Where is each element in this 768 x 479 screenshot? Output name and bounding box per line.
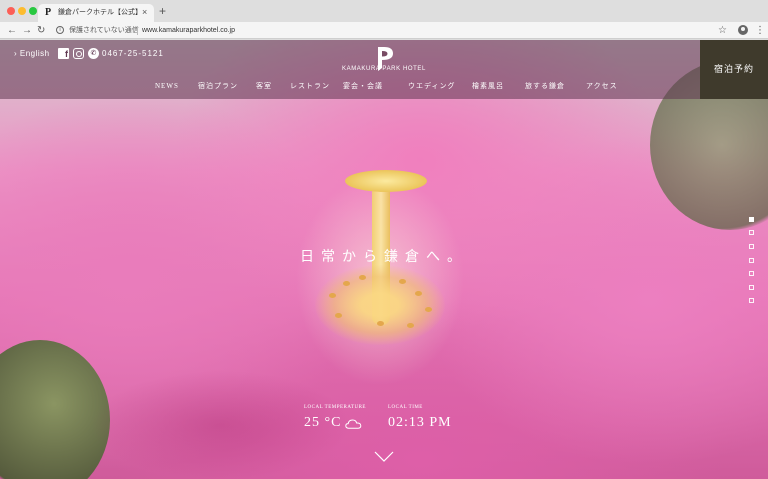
account-icon[interactable]: [738, 25, 748, 35]
menu-icon[interactable]: ⋮: [755, 24, 765, 37]
phone-number[interactable]: 0467-25-5121: [102, 49, 164, 59]
minimize-window-button[interactable]: [18, 7, 26, 15]
back-icon[interactable]: ←: [7, 24, 17, 37]
favicon-icon: P: [45, 7, 52, 18]
browser-tab[interactable]: P 鎌倉パークホテル【公式】| KAMAKURA PARK HOTEL ×: [38, 4, 154, 22]
stamen: [425, 307, 432, 312]
slide-indicator-5[interactable]: [749, 271, 754, 276]
close-window-button[interactable]: [7, 7, 15, 15]
background-leaf: [0, 340, 110, 479]
slide-indicator-7[interactable]: [749, 298, 754, 303]
slide-indicator-1[interactable]: [749, 217, 754, 222]
flower-stamens: [315, 265, 445, 345]
hero-page: › English f ✆ 0467-25-5121 KAMAKURA PARK…: [0, 40, 768, 479]
maximize-window-button[interactable]: [29, 7, 37, 15]
flower-stigma: [345, 170, 427, 192]
english-link[interactable]: › English: [14, 49, 50, 59]
logo-text[interactable]: KAMAKURA PARK HOTEL: [326, 65, 442, 73]
stamen: [329, 293, 336, 298]
stamen: [399, 279, 406, 284]
nav-bath[interactable]: 檜素風呂: [472, 81, 504, 91]
security-status[interactable]: 保護されていない通信: [69, 25, 139, 36]
site-header: › English f ✆ 0467-25-5121 KAMAKURA PARK…: [0, 40, 768, 99]
scroll-down-icon[interactable]: [374, 451, 394, 463]
stamen: [359, 275, 366, 280]
phone-icon[interactable]: ✆: [88, 48, 99, 59]
nav-banquet[interactable]: 宴会・会議: [343, 81, 383, 91]
nav-stay-plans[interactable]: 宿泊プラン: [198, 81, 238, 91]
temperature-value: 25 °C: [304, 415, 342, 430]
info-icon[interactable]: i: [56, 26, 64, 34]
address-bar: ← → ↻ i 保護されていない通信 www.kamakuraparkhotel…: [0, 22, 768, 39]
facebook-icon[interactable]: f: [58, 48, 69, 59]
star-icon[interactable]: ☆: [718, 24, 727, 37]
temperature-label: LOCAL TEMPERATURE: [304, 405, 366, 410]
stamen: [343, 281, 350, 286]
stamen: [415, 291, 422, 296]
slide-indicator-2[interactable]: [749, 230, 754, 235]
nav-access[interactable]: アクセス: [586, 81, 618, 91]
url-divider: [137, 26, 138, 35]
nav-wedding[interactable]: ウエディング: [408, 81, 456, 91]
slide-indicator-6[interactable]: [749, 285, 754, 290]
stamen: [407, 323, 414, 328]
url-text[interactable]: www.kamakuraparkhotel.co.jp: [142, 25, 235, 36]
forward-icon[interactable]: →: [22, 24, 32, 37]
time-value: 02:13 PM: [388, 415, 452, 430]
time-label: LOCAL TIME: [388, 405, 423, 410]
new-tab-button[interactable]: +: [159, 5, 166, 17]
close-tab-icon[interactable]: ×: [142, 7, 147, 18]
stamen: [335, 313, 342, 318]
stamen: [377, 321, 384, 326]
url-field[interactable]: i 保護されていない通信 www.kamakuraparkhotel.co.jp: [52, 24, 712, 37]
reserve-button[interactable]: 宿泊予約: [700, 40, 768, 99]
nav-news[interactable]: NEWS: [155, 81, 179, 91]
slide-indicator-3[interactable]: [749, 244, 754, 249]
reload-icon[interactable]: ↻: [37, 24, 45, 37]
slide-indicator-4[interactable]: [749, 258, 754, 263]
catch-copy: 日常から鎌倉へ。: [300, 250, 468, 265]
nav-rooms[interactable]: 客室: [256, 81, 272, 91]
nav-restaurant[interactable]: レストラン: [290, 81, 330, 91]
browser-tab-bar: P 鎌倉パークホテル【公式】| KAMAKURA PARK HOTEL × +: [0, 0, 768, 22]
instagram-icon[interactable]: [73, 48, 84, 59]
nav-travel-kamakura[interactable]: 旅する鎌倉: [525, 81, 565, 91]
cloud-icon: [345, 419, 362, 429]
tab-title: 鎌倉パークホテル【公式】| KAMAKURA PARK HOTEL: [58, 9, 140, 16]
